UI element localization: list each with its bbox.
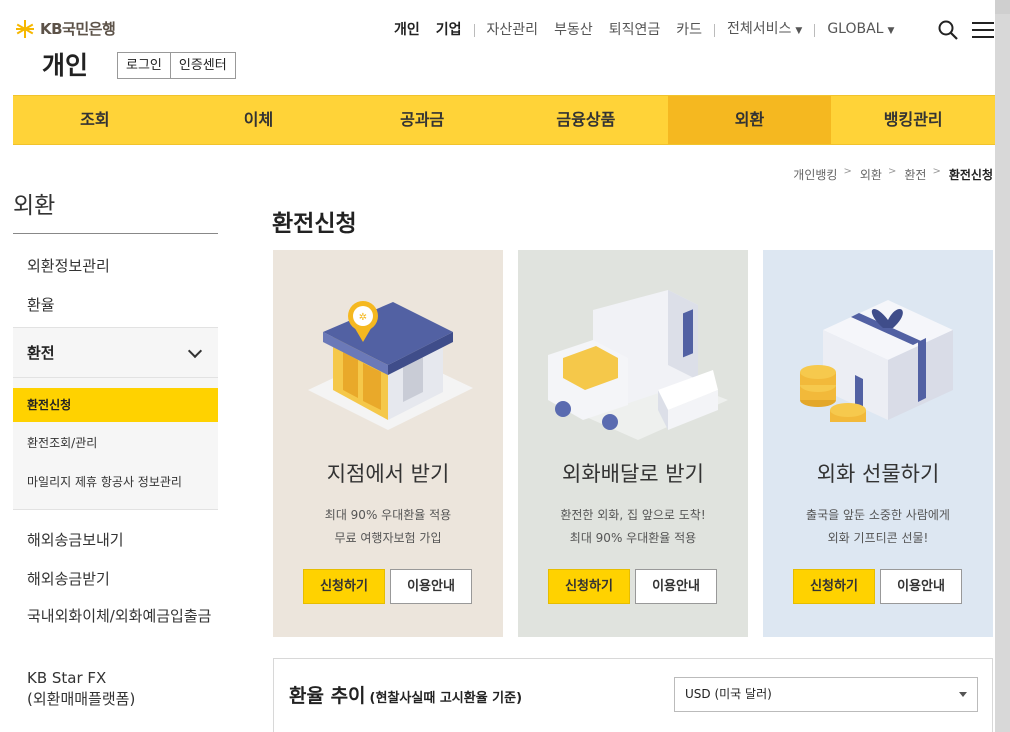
card-desc-line: 무료 여행자보험 가입 — [334, 531, 442, 545]
card-description: 출국을 앞둔 소중한 사람에게 외화 기프티콘 선물! — [763, 504, 993, 550]
card-title: 외화 선물하기 — [816, 462, 940, 486]
topnav-asset[interactable]: 자산관리 — [479, 20, 547, 40]
sidebar-item-domestic-forex[interactable]: 국내외화이체/외화예금입출금 — [27, 606, 212, 627]
page: KB국민은행 개인 로그인 인증센터 개인 기업 자산관리 부동산 퇴직연금 카… — [0, 0, 995, 732]
topnav-all-services[interactable]: 전체서비스 ▼ — [719, 19, 810, 41]
divider — [13, 377, 218, 378]
topnav-corporate[interactable]: 기업 — [428, 20, 470, 40]
card-description: 환전한 외화, 집 앞으로 도착! 최대 90% 우대환율 적용 — [518, 504, 748, 550]
breadcrumb-item[interactable]: 개인뱅킹 — [793, 166, 837, 183]
gnb-tab-products[interactable]: 금융상품 — [504, 96, 668, 144]
card-delivery: 외화배달로 받기 환전한 외화, 집 앞으로 도착! 최대 90% 우대환율 적… — [518, 250, 748, 637]
sidebar-item-exchange-rate[interactable]: 환율 — [27, 294, 55, 315]
delivery-truck-icon — [548, 290, 728, 440]
main-nav: 조회 이체 공과금 금융상품 외환 뱅킹관리 — [13, 95, 995, 145]
card-gift: 외화 선물하기 출국을 앞둔 소중한 사람에게 외화 기프티콘 선물! 신청하기… — [763, 250, 993, 637]
rate-trend-title: 환율 추이 (현찰사실때 고시환율 기준) — [289, 681, 522, 708]
logo-text: KB국민은행 — [40, 20, 116, 38]
caret-down-icon: ▼ — [887, 26, 895, 36]
topnav-personal[interactable]: 개인 — [386, 20, 428, 40]
auth-box: 로그인 인증센터 — [117, 52, 236, 79]
global-label: GLOBAL — [827, 21, 884, 37]
sidebar-item-remit-send[interactable]: 해외송금보내기 — [27, 529, 124, 550]
card-buttons: 신청하기 이용안내 — [548, 569, 717, 604]
sidebar-item-forex-info[interactable]: 외환정보관리 — [27, 255, 110, 276]
hamburger-menu-icon[interactable] — [972, 22, 994, 39]
dropdown-arrow-icon — [959, 692, 967, 697]
gnb-tab-transfer[interactable]: 이체 — [177, 96, 341, 144]
card-title: 지점에서 받기 — [326, 462, 450, 486]
sidebar-title: 외환 — [13, 193, 56, 219]
sidebar-sub-exchange-apply[interactable]: 환전신청 — [13, 388, 218, 422]
scrollbar-corner — [995, 0, 1010, 14]
topnav-pension[interactable]: 퇴직연금 — [601, 20, 669, 40]
sidebar-sub-exchange-inquiry[interactable]: 환전조회/관리 — [27, 434, 97, 451]
login-button[interactable]: 로그인 — [118, 53, 170, 78]
all-services-label: 전체서비스 — [727, 21, 792, 37]
divider — [473, 23, 475, 37]
topnav-realestate[interactable]: 부동산 — [546, 20, 601, 40]
cert-center-button[interactable]: 인증센터 — [169, 53, 235, 78]
rate-subtitle: (현찰사실때 고시환율 기준) — [369, 691, 523, 706]
sidebar-item-star-fx[interactable]: KB Star FX (외환매매플랫폼) — [27, 668, 212, 710]
apply-button[interactable]: 신청하기 — [303, 569, 385, 604]
sidebar-item-remit-receive[interactable]: 해외송금받기 — [27, 568, 110, 589]
chevron-right-icon: > — [843, 166, 852, 177]
card-description: 최대 90% 우대환율 적용 무료 여행자보험 가입 — [273, 504, 503, 550]
page-title: 환전신청 — [272, 211, 357, 237]
card-branch-pickup: ✲ 지점에서 받기 최대 90% 우대환율 적용 무료 여행자보험 가입 신청하… — [273, 250, 503, 637]
gift-box-icon — [800, 300, 953, 422]
chevron-right-icon: > — [887, 166, 897, 177]
search-icon[interactable] — [938, 20, 958, 40]
breadcrumb-item[interactable]: 외환 — [860, 166, 882, 183]
kb-star-icon — [14, 19, 36, 39]
chevron-right-icon: > — [932, 166, 941, 177]
section-title: 개인 — [42, 51, 89, 80]
currency-select[interactable]: USD (미국 달러) — [674, 677, 978, 712]
topnav-card[interactable]: 카드 — [668, 20, 710, 40]
gnb-tab-forex[interactable]: 외환 — [667, 96, 832, 144]
card-desc-line: 환전한 외화, 집 앞으로 도착! — [560, 508, 706, 522]
card-buttons: 신청하기 이용안내 — [303, 569, 472, 604]
card-desc-line: 출국을 앞둔 소중한 사람에게 — [806, 508, 950, 522]
guide-button[interactable]: 이용안내 — [390, 569, 472, 604]
topnav-global[interactable]: GLOBAL ▼ — [819, 19, 902, 41]
svg-text:✲: ✲ — [359, 312, 367, 323]
divider — [814, 23, 816, 37]
divider — [714, 23, 715, 37]
gnb-tab-banking-mgmt[interactable]: 뱅킹관리 — [831, 96, 995, 144]
sidebar-sub-mileage-airline[interactable]: 마일리지 제휴 항공사 정보관리 — [27, 473, 182, 490]
breadcrumb-current: 환전신청 — [948, 168, 993, 182]
kb-logo[interactable]: KB국민은행 — [14, 18, 116, 39]
bank-building-icon: ✲ — [308, 301, 473, 430]
card-desc-line: 최대 90% 우대환율 적용 — [324, 508, 452, 522]
guide-button[interactable]: 이용안내 — [880, 569, 962, 604]
scrollbar[interactable] — [995, 0, 1010, 732]
card-desc-line: 최대 90% 우대환율 적용 — [569, 531, 697, 545]
card-buttons: 신청하기 이용안내 — [793, 569, 962, 604]
sidebar-group-exchange: 환전 환전신청 환전조회/관리 마일리지 제휴 항공사 정보관리 — [13, 327, 218, 510]
rate-title-text: 환율 추이 — [289, 685, 366, 707]
sidebar-group-label[interactable]: 환전 — [27, 342, 55, 363]
breadcrumb: 개인뱅킹 > 외환 > 환전 > 환전신청 — [787, 166, 993, 183]
caret-down-icon: ▼ — [795, 26, 803, 36]
currency-selected-value: USD (미국 달러) — [685, 687, 772, 701]
apply-button[interactable]: 신청하기 — [793, 569, 875, 604]
top-nav: 개인 기업 자산관리 부동산 퇴직연금 카드 전체서비스 ▼ GLOBAL ▼ — [386, 19, 902, 41]
apply-button[interactable]: 신청하기 — [548, 569, 630, 604]
card-desc-line: 외화 기프티콘 선물! — [827, 531, 929, 545]
card-title: 외화배달로 받기 — [562, 462, 704, 486]
gnb-tab-inquiry[interactable]: 조회 — [13, 96, 177, 144]
divider — [13, 233, 218, 234]
breadcrumb-item[interactable]: 환전 — [904, 166, 926, 183]
rate-trend-panel: 환율 추이 (현찰사실때 고시환율 기준) USD (미국 달러) — [273, 658, 993, 732]
gnb-tab-utility[interactable]: 공과금 — [340, 96, 504, 144]
chevron-down-icon[interactable] — [187, 343, 203, 359]
guide-button[interactable]: 이용안내 — [635, 569, 717, 604]
